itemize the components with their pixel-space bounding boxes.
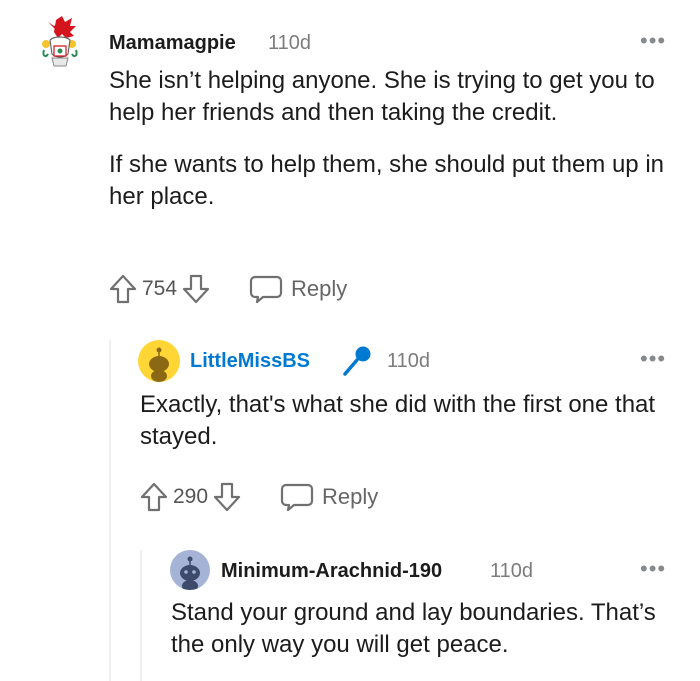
- comment-body: Exactly, that's what she did with the fi…: [140, 391, 656, 450]
- comment-actions: 754 Reply: [108, 272, 347, 306]
- comment-age: 110d: [387, 350, 431, 372]
- microphone-icon: [343, 346, 371, 376]
- comment-actions: 290 Reply: [139, 480, 378, 514]
- reply-label: Reply: [322, 484, 379, 509]
- chat-bubble-icon: [249, 275, 283, 304]
- reply-label: Reply: [291, 276, 348, 301]
- comment-age: 110d: [268, 32, 312, 54]
- avatar[interactable]: [138, 340, 180, 382]
- reply-button[interactable]: Reply: [249, 274, 347, 304]
- upvote-button[interactable]: [139, 480, 169, 514]
- downvote-button[interactable]: [212, 480, 242, 514]
- comment-paragraph: If she wants to help them, she should pu…: [109, 151, 664, 210]
- avatar[interactable]: [170, 550, 210, 590]
- vote-score: 754: [142, 277, 178, 300]
- comment-paragraph: She isn’t helping anyone. She is trying …: [109, 67, 655, 126]
- downvote-button[interactable]: [181, 272, 211, 306]
- comment-age: 110d: [490, 560, 534, 582]
- more-options-button[interactable]: •••: [640, 30, 666, 52]
- thread-line-level-2: [140, 550, 142, 681]
- avatar[interactable]: [36, 14, 84, 74]
- op-badge: [340, 344, 374, 383]
- welsh-dragon-icon: [42, 16, 78, 67]
- reply-button[interactable]: Reply: [280, 482, 378, 512]
- comment-body: She isn’t helping anyone. She is trying …: [109, 65, 669, 213]
- comment-body: Stand your ground and lay boundaries. Th…: [171, 599, 656, 658]
- more-options-button[interactable]: •••: [640, 348, 666, 370]
- downvote-arrow-icon: [182, 274, 210, 304]
- snoo-avatar-icon: [180, 556, 200, 590]
- upvote-button[interactable]: [108, 272, 138, 306]
- snoo-avatar-icon: [149, 347, 169, 382]
- username[interactable]: Minimum-Arachnid-190: [221, 560, 442, 583]
- chat-bubble-icon: [280, 483, 314, 512]
- username[interactable]: LittleMissBS: [190, 350, 310, 373]
- thread-line-level-1: [109, 340, 111, 681]
- upvote-arrow-icon: [140, 482, 168, 512]
- username[interactable]: Mamamagpie: [109, 32, 236, 55]
- vote-score: 290: [173, 485, 209, 508]
- more-options-button[interactable]: •••: [640, 558, 666, 580]
- downvote-arrow-icon: [213, 482, 241, 512]
- upvote-arrow-icon: [109, 274, 137, 304]
